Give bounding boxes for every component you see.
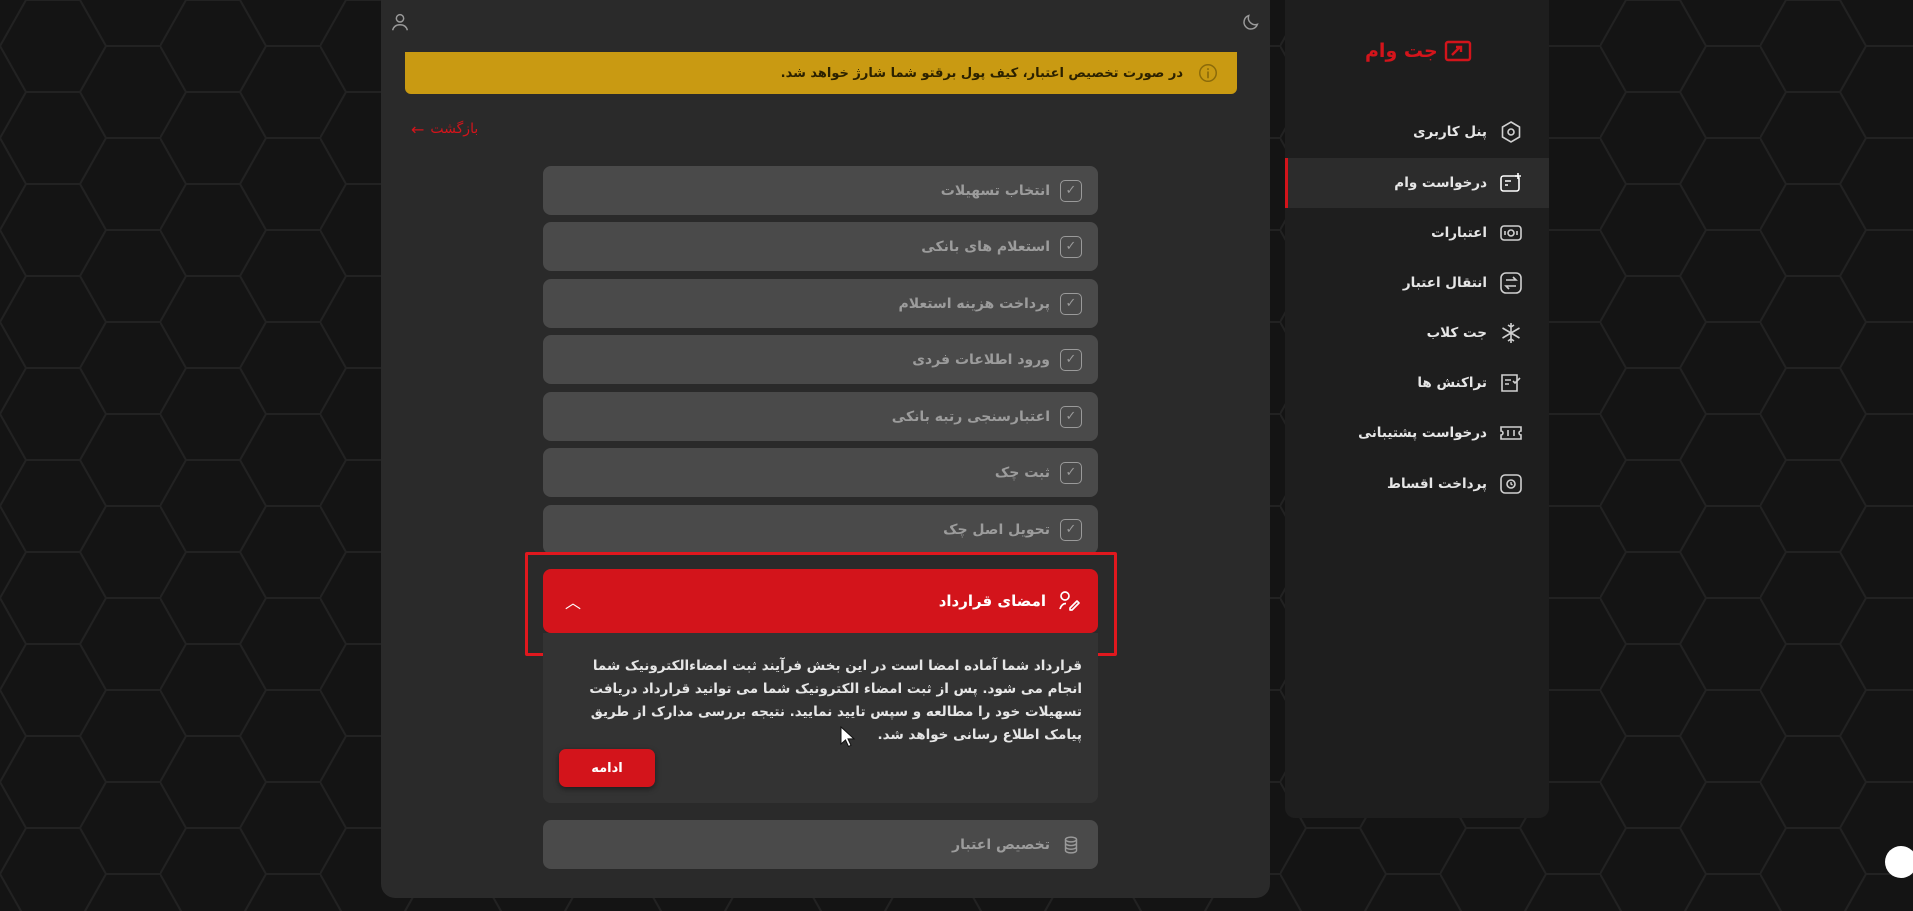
step-sign-contract[interactable]: امضای قرارداد ︿ [543,569,1098,633]
sidebar-item-user-panel[interactable]: پنل کاربری [1285,107,1549,157]
step-label: تحویل اصل چک [943,521,1050,538]
credit-icon [1500,225,1522,241]
help-chat-button[interactable] [1885,846,1913,878]
sidebar-item-label: درخواست وام [1394,175,1487,191]
check-icon: ✓ [1060,348,1082,371]
moon-icon[interactable] [1240,11,1262,33]
continue-button[interactable]: ادامه [559,749,655,787]
top-bar [381,0,1270,56]
step-label: امضای قرارداد [938,592,1046,610]
info-icon [1199,64,1217,82]
ticket-icon [1500,426,1522,440]
check-icon: ✓ [1060,461,1082,484]
wallet-plus-icon [1500,173,1521,192]
hexagon-icon [1501,121,1521,143]
sidebar-item-label: انتقال اعتبار [1402,275,1487,291]
sidebar-item-jet-club[interactable]: جت کلاب [1285,308,1549,358]
wallet-charge-alert: در صورت تخصیص اعتبار، کیف پول برقتو شما … [405,52,1237,94]
check-icon: ✓ [1060,235,1082,258]
sidebar-item-label: پرداخت اقساط [1386,476,1487,492]
step-label: پرداخت هزینه استعلام [898,295,1050,312]
sidebar-item-credit-transfer[interactable]: انتقال اعتبار [1285,258,1549,308]
sidebar-item-label: اعتبارات [1431,225,1487,241]
installment-icon [1500,474,1522,494]
transfer-icon [1500,272,1522,294]
step-label: اعتبارسنجی رتبه بانکی [891,408,1050,425]
signature-icon [1059,591,1080,611]
step-personal-info[interactable]: ✓ ورود اطلاعات فردی [543,335,1098,384]
step-credit-allocation[interactable]: تخصیص اعتبار [543,820,1098,869]
sidebar-item-label: پنل کاربری [1413,124,1487,140]
chevron-up-icon[interactable]: ︿ [563,591,583,612]
alert-text: در صورت تخصیص اعتبار، کیف پول برقتو شما … [780,65,1183,81]
step-label: استعلام های بانکی [921,238,1050,255]
back-link[interactable]: ← بازگشت [411,118,478,140]
sidebar: جت وام پنل کاربری درخواست وام اعتبارات ا… [1285,0,1549,818]
step-label: ورود اطلاعات فردی [912,351,1050,368]
step-deliver-cheque[interactable]: ✓ تحویل اصل چک [543,505,1098,554]
sidebar-item-installment-payment[interactable]: پرداخت اقساط [1285,459,1549,509]
step-description: قرارداد شما آماده امضا است در این بخش فر… [589,658,1082,743]
step-label: انتخاب تسهیلات [940,182,1050,199]
coins-icon [1064,835,1078,854]
step-select-facility[interactable]: ✓ انتخاب تسهیلات [543,166,1098,215]
sidebar-item-support-request[interactable]: درخواست پشتیبانی [1285,408,1549,458]
sidebar-item-label: درخواست پشتیبانی [1358,425,1487,441]
sidebar-item-transactions[interactable]: تراکنش ها [1285,358,1549,408]
back-link-label: بازگشت [430,121,479,137]
check-icon: ✓ [1060,292,1082,315]
sidebar-item-label: تراکنش ها [1417,375,1487,391]
sidebar-item-label: جت کلاب [1426,325,1487,341]
check-icon: ✓ [1060,179,1082,202]
step-inquiry-payment[interactable]: ✓ پرداخت هزینه استعلام [543,279,1098,328]
step-label: تخصیص اعتبار [952,836,1050,853]
brand-logo[interactable]: جت وام [1365,36,1474,66]
step-credit-rating[interactable]: ✓ اعتبارسنجی رتبه بانکی [543,392,1098,441]
user-icon[interactable] [389,11,411,33]
step-bank-inquiry[interactable]: ✓ استعلام های بانکی [543,222,1098,271]
snowflake-icon [1502,323,1520,343]
receipt-icon [1501,374,1521,392]
mouse-cursor-icon [840,726,856,748]
check-icon: ✓ [1060,405,1082,428]
step-register-cheque[interactable]: ✓ ثبت چک [543,448,1098,497]
sidebar-item-loan-request[interactable]: درخواست وام [1285,158,1549,208]
check-icon: ✓ [1060,518,1082,541]
step-sign-contract-body: قرارداد شما آماده امضا است در این بخش فر… [543,633,1098,803]
brand-name: جت وام [1365,40,1438,62]
sidebar-item-credits[interactable]: اعتبارات [1285,208,1549,258]
logo-icon [1444,40,1471,62]
step-label: ثبت چک [994,464,1050,481]
arrow-left-icon: ← [411,119,425,139]
